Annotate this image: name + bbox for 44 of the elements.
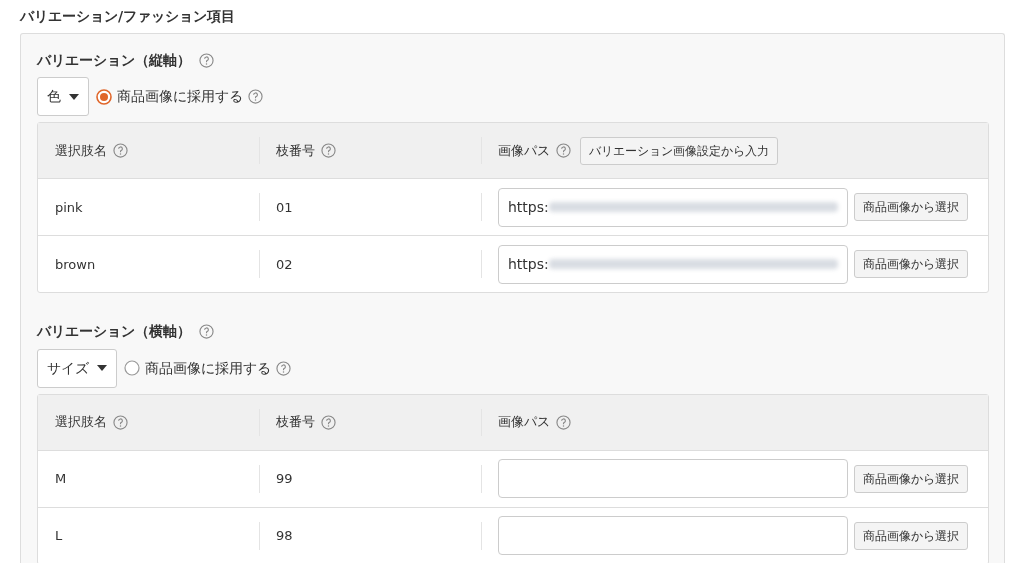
section-heading: バリエーション（縦軸）	[37, 50, 191, 70]
input-from-settings-button[interactable]: バリエーション画像設定から入力	[580, 136, 779, 165]
radio-button[interactable]	[123, 360, 140, 376]
select-image-button[interactable]: 商品画像から選択	[854, 521, 968, 550]
help-icon[interactable]	[247, 89, 263, 105]
radio-label[interactable]: 商品画像に採用する	[116, 86, 243, 108]
caret-icon	[97, 365, 107, 371]
input-field[interactable]	[498, 516, 848, 555]
select-image-button[interactable]: 商品画像から選択	[854, 193, 968, 222]
column-header: 選択肢名	[55, 142, 107, 160]
help-icon[interactable]	[275, 360, 291, 376]
column-header: 選択肢名	[55, 413, 107, 432]
table-cell-text: brown	[55, 255, 96, 274]
table-cell-text: M	[55, 469, 67, 488]
axis-select[interactable]: サイズ	[37, 348, 117, 388]
table-cell-text: 99	[276, 469, 293, 488]
axis-select[interactable]: 色	[37, 77, 89, 117]
column-header: 画像パス	[498, 142, 550, 160]
table-cell-text: pink	[55, 198, 83, 217]
help-icon[interactable]	[199, 52, 214, 68]
help-icon[interactable]	[199, 323, 214, 339]
table-cell-text: L	[55, 526, 63, 545]
section-title: バリエーション/ファッション項目	[20, 7, 237, 26]
select-image-button[interactable]: 商品画像から選択	[854, 464, 968, 493]
table-cell-text: 98	[276, 526, 293, 545]
help-icon[interactable]	[321, 143, 336, 159]
select-image-button[interactable]: 商品画像から選択	[854, 250, 968, 279]
help-icon[interactable]	[321, 414, 336, 430]
radio-button[interactable]	[95, 88, 112, 105]
column-header: 枝番号	[276, 142, 315, 160]
table-cell-text: 01	[276, 198, 293, 217]
help-icon[interactable]	[113, 414, 128, 430]
caret-icon	[69, 93, 79, 100]
section-heading: バリエーション（横軸）	[37, 321, 191, 341]
table-cell-text: 02	[276, 255, 293, 274]
help-icon[interactable]	[556, 414, 571, 430]
input-field[interactable]: https:	[498, 244, 848, 284]
column-header: 枝番号	[276, 413, 315, 432]
help-icon[interactable]	[113, 143, 128, 159]
input-field[interactable]	[498, 459, 848, 498]
help-icon[interactable]	[556, 143, 571, 159]
input-field[interactable]: https:	[498, 187, 848, 227]
radio-label[interactable]: 商品画像に採用する	[144, 357, 271, 379]
column-header: 画像パス	[498, 413, 550, 432]
